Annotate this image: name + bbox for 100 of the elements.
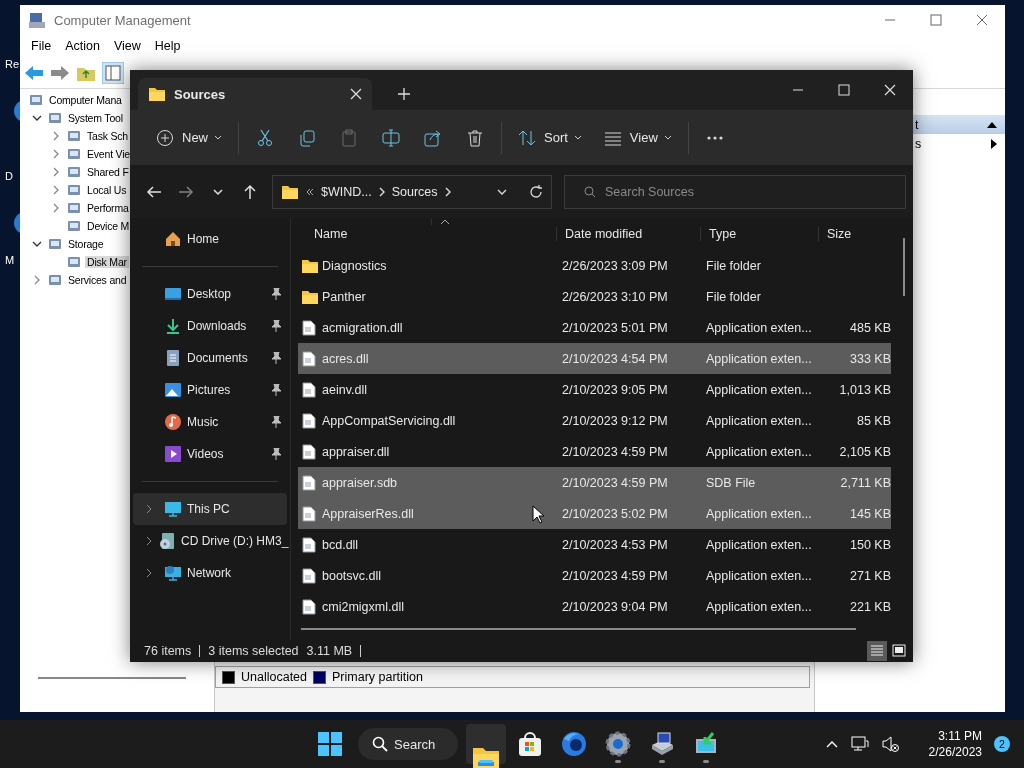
file-row[interactable]: aeinv.dll 2/10/2023 9:05 PM Application exten... 1,013 KB <box>298 374 891 405</box>
file-row[interactable]: appraiser.dll 2/10/2023 4:59 PM Application exten... 2,105 KB <box>298 436 891 467</box>
tree-item[interactable]: Local Us <box>85 184 129 196</box>
tree-item[interactable]: Event Vie <box>85 148 132 160</box>
tree-item[interactable]: Shared F <box>85 166 131 178</box>
legend-label: Primary partition <box>332 670 423 684</box>
column-header[interactable]: Date modified <box>556 227 700 241</box>
tree-item[interactable]: System Tool <box>66 112 125 124</box>
file-row[interactable]: Diagnostics 2/26/2023 3:09 PM File folder <box>298 250 891 281</box>
node-icon <box>66 254 82 270</box>
caret-icon <box>573 134 582 141</box>
sort-button[interactable]: Sort <box>510 121 590 154</box>
chevron-right-icon <box>444 187 451 197</box>
clock[interactable]: 3:11 PM 2/26/2023 <box>928 728 982 760</box>
pin-icon <box>271 416 281 428</box>
desktop-icon-label[interactable]: D <box>5 170 13 182</box>
action-header-label[interactable]: t <box>915 117 919 132</box>
node-icon <box>66 200 82 216</box>
sidebar-item[interactable]: Documents <box>133 342 287 374</box>
path-segment[interactable]: Sources <box>391 185 438 199</box>
sidebar-item[interactable]: This PC <box>133 493 287 525</box>
sidebar-item[interactable]: Music <box>133 406 287 438</box>
type-cell: File folder <box>706 258 761 273</box>
node-icon <box>47 110 63 126</box>
tree-item[interactable]: Services and <box>66 274 129 286</box>
file-row[interactable]: bootsvc.dll 2/10/2023 4:59 PM Application exten... 271 KB <box>298 560 891 591</box>
tree-item[interactable]: Disk Mar <box>85 256 129 268</box>
search-field[interactable]: Search Sources <box>564 175 906 209</box>
size-cell: 145 KB <box>850 506 891 521</box>
size-cell: 271 KB <box>850 568 891 583</box>
file-row[interactable]: appraiser.sdb 2/10/2023 4:59 PM SDB File 2,711 KB <box>298 467 891 498</box>
tree-item[interactable]: Storage <box>66 238 106 250</box>
maximize-icon <box>838 84 850 96</box>
file-row[interactable]: cmi2migxml.dll 2/10/2023 9:04 PM Application exten... 221 KB <box>298 591 891 622</box>
scrollbar[interactable] <box>301 628 856 630</box>
scrollbar[interactable] <box>38 677 186 679</box>
type-cell: SDB File <box>706 475 756 490</box>
node-icon <box>47 272 63 288</box>
file-name: AppraiserRes.dll <box>322 506 414 521</box>
size-cell: 485 KB <box>850 320 891 335</box>
rename-icon <box>382 128 400 147</box>
date-cell: 2/10/2023 4:59 PM <box>562 568 668 583</box>
network-icon <box>164 564 182 582</box>
file-row[interactable]: acmigration.dll 2/10/2023 5:01 PM Application exten... 485 KB <box>298 312 891 343</box>
up-arrow-icon <box>242 184 258 200</box>
type-cell: File folder <box>706 289 761 304</box>
type-cell: Application exten... <box>706 506 812 521</box>
desktop-icon-label[interactable]: M <box>5 254 15 266</box>
chevron-down-icon <box>32 113 42 123</box>
tree-item[interactable]: Performa <box>85 202 131 214</box>
menu-item[interactable]: File <box>24 39 59 53</box>
tree-toggle[interactable] <box>30 113 44 123</box>
scrollbar[interactable] <box>903 238 905 296</box>
sidebar-item[interactable]: Videos <box>133 438 287 470</box>
sidebar-item[interactable]: Downloads <box>133 310 287 342</box>
tree-item[interactable]: Device M <box>85 220 132 232</box>
folder-icon <box>148 86 166 102</box>
sidebar-item[interactable]: Network <box>133 557 287 589</box>
pane-link[interactable]: s <box>915 136 922 151</box>
node-icon <box>66 164 82 180</box>
sidebar-item[interactable]: Pictures <box>133 374 287 406</box>
gear-icon <box>605 731 631 757</box>
column-header[interactable]: Size <box>818 227 893 241</box>
action-header[interactable]: t <box>913 115 1005 134</box>
file-row[interactable]: bcd.dll 2/10/2023 4:53 PM Application exten... 150 KB <box>298 529 891 560</box>
menu-item[interactable]: Action <box>58 39 107 53</box>
caret-icon <box>214 134 222 141</box>
sidebar-item[interactable]: CD Drive (D:) HM3_ <box>133 525 287 557</box>
trash-icon <box>466 128 484 147</box>
sidebar-item[interactable]: Home <box>133 223 287 255</box>
taskbar-search[interactable]: Search <box>358 728 458 760</box>
sidebar-item[interactable]: Desktop <box>133 278 287 310</box>
notification-badge[interactable]: 2 <box>994 736 1010 752</box>
file-row[interactable]: AppraiserRes.dll 2/10/2023 5:02 PM Application exten... 145 KB <box>298 498 891 529</box>
file-row[interactable]: Panther 2/26/2023 3:10 PM File folder <box>298 281 891 312</box>
menu-item[interactable]: View <box>106 39 148 53</box>
size-cell: 221 KB <box>850 599 891 614</box>
size-cell: 85 KB <box>856 413 891 428</box>
column-header[interactable]: Name <box>298 227 556 241</box>
menu-item[interactable]: Help <box>147 39 188 53</box>
column-header[interactable]: Type <box>700 227 818 241</box>
path-segment[interactable]: $WIND... <box>321 185 372 199</box>
new-button[interactable]: New <box>148 121 230 154</box>
tree-item[interactable]: Computer Mana <box>47 94 124 106</box>
plus-circle-icon <box>156 128 174 147</box>
file-name: Panther <box>322 289 366 304</box>
tree-item[interactable]: Task Sch <box>85 130 130 142</box>
back-arrow-icon <box>146 184 162 200</box>
file-row[interactable]: AppCompatServicing.dll 2/10/2023 9:12 PM Application exten... 85 KB <box>298 405 891 436</box>
desktop-icon-label[interactable]: Re <box>5 58 20 70</box>
folder-icon <box>281 184 299 200</box>
file-icon <box>302 598 316 615</box>
file-row[interactable]: acres.dll 2/10/2023 4:54 PM Application exten... 333 KB <box>298 343 891 374</box>
tree-toggle[interactable] <box>30 239 44 249</box>
address-bar[interactable]: $WIND... Sources <box>272 175 552 209</box>
view-button[interactable]: View <box>595 121 680 154</box>
chevron-down-icon <box>32 239 42 249</box>
date-cell: 2/10/2023 9:05 PM <box>562 382 668 397</box>
share-icon <box>424 128 442 147</box>
tab[interactable]: Sources <box>138 78 372 110</box>
